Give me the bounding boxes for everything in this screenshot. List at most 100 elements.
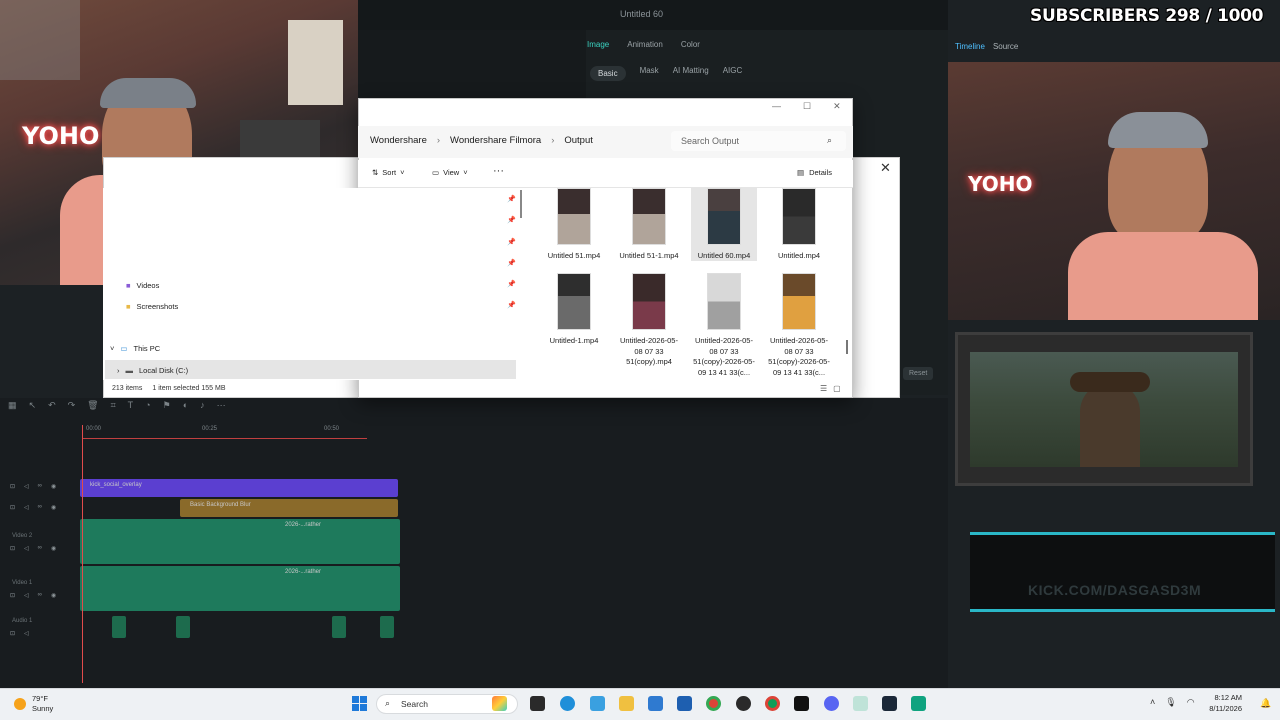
tab-image[interactable]: Image [587, 40, 609, 49]
mute-icon[interactable]: ◁ [24, 504, 29, 511]
tab-animation[interactable]: Animation [627, 40, 663, 49]
notification-icon[interactable]: 🔔 [1260, 698, 1271, 709]
lock-icon[interactable]: ⊡ [10, 504, 15, 511]
weather-widget[interactable]: 79°F Sunny [14, 694, 53, 713]
search-icon[interactable]: ⌕ [827, 135, 832, 146]
speed-icon[interactable]: ◔ [145, 400, 150, 411]
file-item[interactable]: Untitled 51-1.mp4 [616, 188, 682, 262]
subtab-aigc[interactable]: AIGC [723, 66, 743, 81]
file-item[interactable]: Untitled 51.mp4 [541, 188, 607, 262]
link-icon[interactable]: ∞ [38, 504, 42, 511]
file-item[interactable]: Untitled-1.mp4 [541, 273, 607, 347]
nav-local-disk-row[interactable]: › ▬ Local Disk (C:) [117, 366, 188, 375]
audio-clip[interactable] [332, 616, 346, 638]
microphone-icon[interactable]: 🎙 [1165, 697, 1176, 708]
crumb-wondershare[interactable]: Wondershare [370, 135, 427, 146]
overlay-clip[interactable]: kick_social_overlay [80, 479, 398, 497]
eye-icon[interactable]: ◉ [51, 592, 56, 599]
view-button[interactable]: ▭ View ˅ [432, 168, 468, 177]
nav-item-this-pc[interactable]: ˅ ▭ This PC [110, 344, 160, 353]
tab-source[interactable]: Source [993, 42, 1018, 51]
audio-clip[interactable] [176, 616, 190, 638]
chevron-right-icon[interactable]: › [117, 366, 120, 375]
mute-icon[interactable]: ◁ [24, 592, 29, 599]
file-item-selected[interactable]: Untitled 60.mp4 [691, 188, 757, 261]
subtab-basic[interactable]: Basic [590, 66, 626, 81]
crumb-filmora[interactable]: Wondershare Filmora [450, 135, 541, 146]
chrome-profile-icon[interactable] [765, 696, 780, 711]
more-options-button[interactable]: ··· [493, 165, 504, 177]
chevron-down-icon[interactable]: ˅ [110, 344, 114, 353]
file-item[interactable]: Untitled-2026-05-08 07 33 51(copy)-2026-… [691, 273, 757, 378]
steam-icon[interactable] [882, 696, 897, 711]
task-view-icon[interactable] [530, 696, 545, 711]
clock[interactable]: 8:12 AM 8/11/2026 [1200, 692, 1242, 714]
audio-clip[interactable] [112, 616, 126, 638]
obs-icon[interactable] [736, 696, 751, 711]
link-icon[interactable]: ∞ [38, 592, 42, 599]
details-view-icon[interactable]: ☰ [820, 384, 827, 393]
minimize-icon[interactable]: — [772, 101, 781, 112]
close-icon[interactable]: ✕ [880, 160, 891, 176]
file-explorer-icon[interactable] [619, 696, 634, 711]
mute-icon[interactable]: ◁ [24, 545, 29, 552]
tab-color[interactable]: Color [681, 40, 700, 49]
search-input[interactable]: Search Output [671, 131, 846, 151]
audio-clip[interactable] [380, 616, 394, 638]
delete-icon[interactable]: 🗑 [87, 400, 98, 411]
discord-icon[interactable] [824, 696, 839, 711]
capcut-icon[interactable] [794, 696, 809, 711]
close-icon[interactable]: ✕ [833, 101, 841, 112]
select-icon[interactable]: ↖ [29, 400, 37, 411]
copilot-icon[interactable] [492, 696, 507, 711]
nav-item-screenshots[interactable]: ■ Screenshots [126, 302, 178, 311]
details-button[interactable]: ▤ Details [797, 168, 832, 177]
subtab-mask[interactable]: Mask [640, 66, 659, 81]
chrome-icon[interactable] [706, 696, 721, 711]
edge-icon[interactable] [560, 696, 575, 711]
filmora-icon[interactable] [911, 696, 926, 711]
more-tools-icon[interactable]: ⋯ [217, 400, 226, 411]
file-item[interactable]: Untitled.mp4 [766, 188, 832, 262]
wifi-icon[interactable]: ◠ [1187, 697, 1195, 708]
photos-icon[interactable] [590, 696, 605, 711]
mute-icon[interactable]: ◁ [24, 630, 29, 637]
chevron-up-icon[interactable]: ˄ [1150, 697, 1155, 708]
reset-button[interactable]: Reset [903, 367, 934, 380]
eye-icon[interactable]: ◉ [51, 504, 56, 511]
eye-icon[interactable]: ◉ [51, 483, 56, 490]
tab-timeline[interactable]: Timeline [955, 42, 985, 51]
marker-icon[interactable]: ⚑ [163, 400, 171, 411]
maximize-icon[interactable]: ☐ [803, 101, 811, 112]
start-button[interactable] [352, 696, 368, 712]
timeline-ruler[interactable]: 00:00 00:25 00:50 [82, 425, 367, 439]
lock-icon[interactable]: ⊡ [10, 630, 15, 637]
link-icon[interactable]: ∞ [38, 545, 42, 552]
bg-blur-clip[interactable]: Basic Background Blur [180, 499, 398, 517]
video2-clip[interactable]: 2026-...rather [80, 519, 400, 564]
mute-icon[interactable]: ◁ [24, 483, 29, 490]
nav-scrollbar[interactable] [520, 190, 522, 218]
color-icon[interactable]: ◐ [183, 400, 188, 411]
app-icon[interactable] [677, 696, 692, 711]
sort-button[interactable]: ⇅ Sort ˅ [372, 168, 404, 177]
redo-icon[interactable]: ↷ [68, 400, 76, 411]
lock-icon[interactable]: ⊡ [10, 592, 15, 599]
file-item[interactable]: Untitled-2026-05-08 07 33 51(copy).mp4 [616, 273, 682, 368]
playhead[interactable] [82, 425, 83, 683]
eye-icon[interactable]: ◉ [51, 545, 56, 552]
link-icon[interactable]: ∞ [38, 483, 42, 490]
nav-item-videos[interactable]: ■ Videos [126, 281, 159, 290]
crumb-output[interactable]: Output [564, 135, 593, 146]
crop-icon[interactable]: ⌗ [111, 400, 116, 411]
audio-icon[interactable]: ♪ [200, 400, 205, 411]
text-icon[interactable]: T [128, 400, 134, 411]
subtab-ai-matting[interactable]: AI Matting [673, 66, 709, 81]
grid-icon[interactable]: ▦ [8, 400, 17, 411]
lock-icon[interactable]: ⊡ [10, 483, 15, 490]
undo-icon[interactable]: ↶ [48, 400, 56, 411]
video1-clip[interactable]: 2026-...rather [80, 566, 400, 611]
lock-icon[interactable]: ⊡ [10, 545, 15, 552]
file-item[interactable]: Untitled-2026-05-08 07 33 51(copy)-2026-… [766, 273, 832, 378]
notepad-icon[interactable] [853, 696, 868, 711]
